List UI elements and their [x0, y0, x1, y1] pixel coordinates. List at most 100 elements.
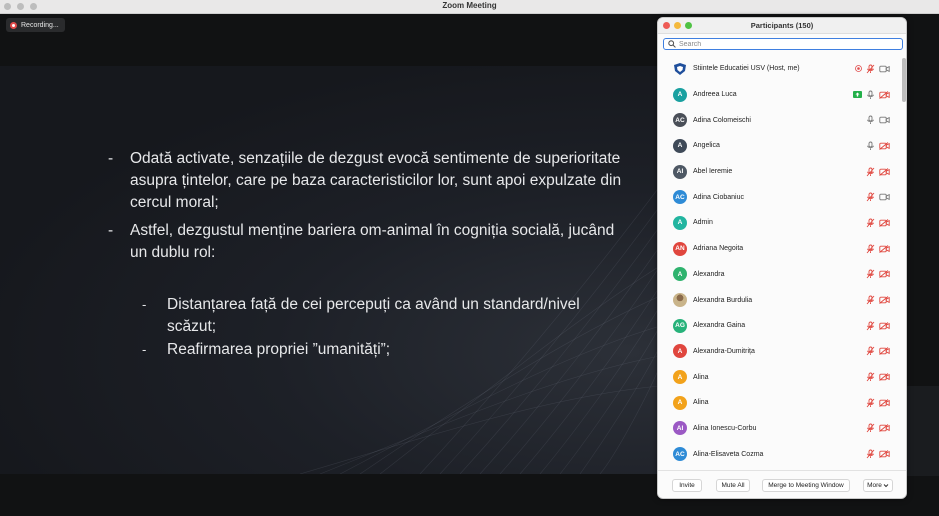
microphone-muted-icon[interactable]: [866, 167, 875, 177]
merge-to-meeting-window-button[interactable]: Merge to Meeting Window: [762, 479, 850, 492]
panel-close-button[interactable]: [663, 22, 670, 29]
slide-sub-bullet-1: - Distanțarea față de cei percepuți ca a…: [142, 294, 622, 338]
participant-status-icons: [866, 372, 890, 382]
avatar: A: [673, 138, 687, 153]
participant-status-icons: [866, 192, 890, 202]
more-button[interactable]: More: [863, 479, 893, 492]
participant-row[interactable]: AC Adina Colomeischi: [658, 107, 902, 133]
window-titlebar: Zoom Meeting: [0, 0, 939, 14]
avatar: AC: [673, 447, 687, 462]
participant-row[interactable]: AC Adina Ciobaniuc: [658, 184, 902, 210]
microphone-icon[interactable]: [866, 141, 875, 151]
participant-status-icons: [866, 346, 890, 356]
recording-dot-icon: [855, 65, 862, 73]
avatar: A: [673, 370, 687, 385]
bullet-text: Odată activate, senzațiile de dezgust ev…: [130, 150, 622, 211]
bullet-marker: -: [108, 150, 114, 167]
sub-bullet-text: Reafirmarea propriei ”umanități”;: [167, 341, 391, 358]
participant-status-icons: [866, 398, 890, 408]
video-off-icon[interactable]: [879, 296, 890, 304]
microphone-muted-icon[interactable]: [866, 372, 875, 382]
avatar: AI: [673, 164, 687, 179]
participant-status-icons: [866, 218, 890, 228]
participant-row[interactable]: A Alina: [658, 364, 902, 390]
participant-status-icons: [866, 244, 890, 254]
video-off-icon[interactable]: [879, 424, 890, 433]
screen-share-icon: [853, 91, 862, 99]
window-title: Zoom Meeting: [442, 1, 497, 10]
participant-row[interactable]: AI Abel Ieremie: [658, 159, 902, 185]
recording-label: Recording...: [21, 21, 59, 29]
avatar: AI: [673, 421, 687, 436]
avatar: AN: [673, 241, 687, 256]
participants-header: Participants (150): [658, 18, 906, 34]
participant-row[interactable]: AN Adriana Negoita: [658, 236, 902, 262]
microphone-muted-icon[interactable]: [866, 295, 875, 305]
video-off-icon[interactable]: [879, 90, 890, 99]
participants-scrollbar[interactable]: [902, 58, 906, 102]
avatar: A: [673, 344, 687, 359]
participant-row[interactable]: A Angelica: [658, 133, 902, 159]
avatar: A: [673, 267, 687, 282]
participant-row[interactable]: AI Alina Ionescu-Corbu: [658, 416, 902, 442]
sub-bullet-marker: -: [142, 342, 147, 357]
participant-status-icons: [853, 90, 890, 100]
participant-row[interactable]: AC Alina-Elisaveta Cozma: [658, 441, 902, 467]
participant-status-icons: [866, 167, 890, 177]
microphone-muted-icon[interactable]: [866, 269, 875, 279]
panel-zoom-button[interactable]: [685, 22, 692, 29]
slide-sub-bullet-2: - Reafirmarea propriei ”umanități”;: [142, 339, 622, 361]
participants-search[interactable]: [663, 38, 903, 50]
participant-row[interactable]: A Admin: [658, 210, 902, 236]
avatar: AG: [673, 318, 687, 333]
participant-status-icons: [866, 321, 890, 331]
video-off-icon[interactable]: [879, 450, 890, 459]
participant-row[interactable]: A Andreea Luca: [658, 82, 902, 108]
microphone-muted-icon[interactable]: [866, 244, 875, 254]
video-camera-icon[interactable]: [879, 116, 890, 124]
video-off-icon[interactable]: [879, 321, 890, 330]
video-off-icon[interactable]: [879, 373, 890, 381]
participant-status-icons: [866, 295, 890, 305]
participant-row[interactable]: A Alexandra: [658, 262, 902, 288]
sub-bullet-marker: -: [142, 297, 147, 312]
invite-button[interactable]: Invite: [672, 479, 702, 492]
participant-row[interactable]: A Alexandra-Dumitrița: [658, 339, 902, 365]
microphone-muted-icon[interactable]: [866, 218, 875, 228]
video-camera-icon[interactable]: [879, 65, 890, 73]
video-off-icon[interactable]: [879, 398, 890, 407]
zoom-meeting-window: Zoom Meeting Recording... - Odată activa…: [0, 0, 939, 516]
participants-title: Participants (150): [750, 21, 814, 30]
slide-bullet-2: - Astfel, dezgustul menține bariera om-a…: [108, 220, 628, 264]
video-off-icon[interactable]: [879, 219, 890, 227]
video-off-icon[interactable]: [879, 270, 890, 279]
video-off-icon[interactable]: [879, 167, 890, 176]
microphone-muted-icon[interactable]: [866, 423, 875, 433]
participant-row[interactable]: A Alina: [658, 390, 902, 416]
video-camera-icon[interactable]: [879, 193, 890, 201]
microphone-icon[interactable]: [866, 115, 875, 125]
video-off-icon[interactable]: [879, 244, 890, 253]
participant-row[interactable]: Stiintele Educatiei USV (Host, me): [658, 56, 902, 82]
more-label: More: [867, 482, 882, 489]
recording-icon: [10, 21, 17, 29]
microphone-muted-icon[interactable]: [866, 398, 875, 408]
microphone-muted-icon[interactable]: [866, 321, 875, 331]
bullet-text: Astfel, dezgustul menține bariera om-ani…: [130, 222, 615, 261]
slide-wave-decoration: [299, 185, 660, 474]
video-off-icon[interactable]: [879, 142, 890, 150]
search-input[interactable]: [679, 40, 879, 48]
microphone-icon[interactable]: [866, 90, 875, 100]
participant-row[interactable]: AG Alexandra Gaina: [658, 313, 902, 339]
video-off-icon[interactable]: [879, 347, 890, 356]
recording-indicator[interactable]: Recording...: [6, 18, 65, 32]
mute-all-button[interactable]: Mute All: [716, 479, 750, 492]
bullet-marker: -: [108, 222, 114, 239]
participant-row[interactable]: Alexandra Burdulia: [658, 287, 902, 313]
video-strip-edge: [906, 386, 939, 476]
microphone-muted-icon[interactable]: [866, 346, 875, 356]
microphone-muted-icon[interactable]: [866, 64, 875, 74]
microphone-muted-icon[interactable]: [866, 449, 875, 459]
panel-minimize-button[interactable]: [674, 22, 681, 29]
microphone-muted-icon[interactable]: [866, 192, 875, 202]
